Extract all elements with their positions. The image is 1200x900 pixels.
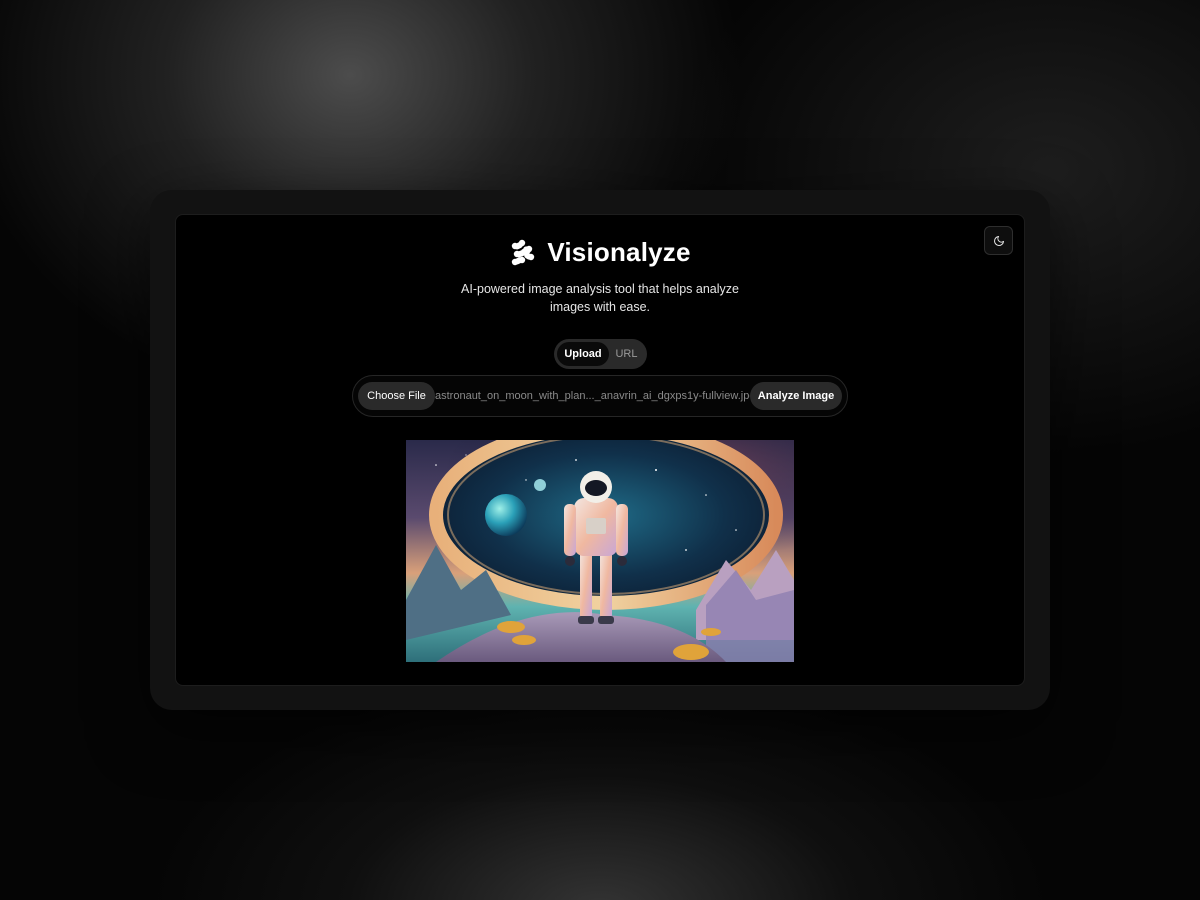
app-window: Visionalyze AI-powered image analysis to… <box>175 214 1025 686</box>
choose-file-button[interactable]: Choose File <box>358 382 435 410</box>
mode-tabs: Upload URL <box>554 339 647 369</box>
astronaut-image <box>406 440 794 662</box>
tab-url[interactable]: URL <box>609 342 644 366</box>
app-subtitle: AI-powered image analysis tool that help… <box>461 282 739 314</box>
logo-icon <box>512 239 535 265</box>
app-header: Visionalyze <box>176 237 1024 268</box>
device-frame: Visionalyze AI-powered image analysis to… <box>150 190 1050 710</box>
upload-bar: Choose File astronaut_on_moon_with_plan.… <box>352 375 848 417</box>
analyze-image-button[interactable]: Analyze Image <box>750 382 842 410</box>
image-preview <box>406 440 794 662</box>
app-title: Visionalyze <box>547 237 691 267</box>
selected-file-name: astronaut_on_moon_with_plan..._anavrin_a… <box>435 390 750 402</box>
tab-upload[interactable]: Upload <box>557 342 609 366</box>
